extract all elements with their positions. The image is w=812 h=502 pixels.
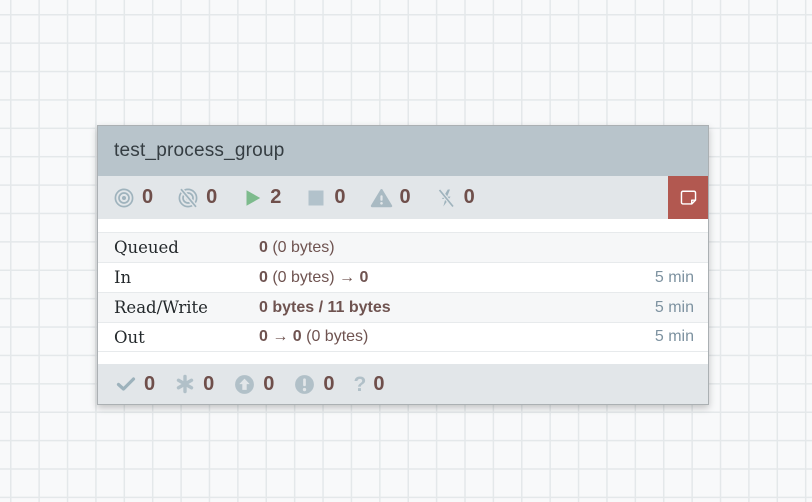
running-count: 2 bbox=[270, 186, 282, 208]
stale-count: 0 bbox=[263, 372, 275, 395]
stat-label: Out bbox=[114, 327, 145, 347]
stat-label: In bbox=[114, 268, 132, 287]
up-to-date-count: 0 bbox=[144, 372, 156, 395]
stat-row-in: In 0 (0 bytes) → 0 5 min bbox=[98, 262, 708, 292]
invalid-count: 0 bbox=[399, 186, 411, 208]
status-item-invalid: 0 bbox=[370, 186, 411, 209]
sync-failure-count: 0 bbox=[373, 372, 385, 395]
asterisk-icon bbox=[174, 373, 196, 395]
stats-footer-gap bbox=[98, 352, 708, 364]
comment-note-icon bbox=[679, 188, 698, 207]
stat-value: 0 bytes / 11 bytes bbox=[259, 298, 391, 316]
stopped-icon bbox=[305, 187, 327, 209]
disabled-icon bbox=[435, 187, 457, 209]
stat-row-queued: Queued 0 (0 bytes) bbox=[98, 232, 708, 262]
status-item-transmitting: 0 bbox=[113, 186, 153, 209]
locally-modified-count: 0 bbox=[203, 372, 215, 395]
comment-button[interactable] bbox=[668, 176, 708, 219]
status-item-running: 2 bbox=[241, 186, 281, 209]
stats-table: Queued 0 (0 bytes) In 0 (0 bytes) → 05 min R… bbox=[98, 219, 708, 352]
status-item-not-transmitting: 0 bbox=[177, 186, 217, 209]
version-item-up-to-date: 0 bbox=[115, 373, 155, 396]
not-transmitting-icon bbox=[177, 187, 199, 209]
locally-modified-stale-count: 0 bbox=[323, 372, 335, 395]
status-bar: 0 0 2 0 0 0 bbox=[98, 176, 708, 219]
status-items: 0 0 2 0 0 0 bbox=[113, 186, 475, 209]
canvas-grid[interactable]: test_process_group 0 0 2 0 0 0 Queued 0 … bbox=[0, 0, 812, 502]
version-item-stale: 0 bbox=[233, 373, 274, 396]
stat-time-window: 5 min bbox=[654, 298, 694, 316]
version-state-bar: 0 0 0 0? 0 bbox=[98, 364, 708, 404]
status-item-disabled: 0 bbox=[435, 186, 475, 209]
stopped-count: 0 bbox=[334, 186, 346, 208]
stat-label: Read/Write bbox=[114, 298, 208, 317]
status-item-stopped: 0 bbox=[305, 186, 346, 209]
not-transmitting-count: 0 bbox=[206, 186, 218, 208]
stat-row-out: Out 0 → 0 (0 bytes) 5 min bbox=[98, 322, 708, 352]
stat-time-window: 5 min bbox=[654, 268, 694, 286]
version-item-sync-failure: ? 0 bbox=[354, 373, 385, 396]
disabled-count: 0 bbox=[463, 186, 475, 208]
exclamation-circle-icon bbox=[293, 373, 316, 396]
process-group-title: test_process_group bbox=[114, 140, 285, 161]
invalid-icon bbox=[370, 187, 393, 209]
process-group-header[interactable]: test_process_group bbox=[98, 126, 708, 176]
arrow-up-circle-icon bbox=[233, 373, 256, 396]
transmitting-count: 0 bbox=[142, 186, 154, 208]
running-icon bbox=[241, 187, 263, 209]
process-group[interactable]: test_process_group 0 0 2 0 0 0 Queued 0 … bbox=[97, 125, 709, 405]
stat-value: 0 (0 bytes) → 0 bbox=[259, 268, 369, 286]
stat-time-window: 5 min bbox=[654, 328, 694, 345]
question-icon: ? bbox=[353, 372, 367, 396]
check-icon bbox=[115, 373, 137, 395]
version-item-locally-modified: 0 bbox=[174, 373, 214, 396]
stat-label: Queued bbox=[114, 238, 179, 257]
version-item-locally-modified-stale: 0 bbox=[293, 372, 335, 396]
stat-value: 0 (0 bytes) bbox=[259, 238, 335, 256]
transmitting-icon bbox=[113, 187, 135, 209]
stat-value: 0 → 0 (0 bytes) bbox=[259, 328, 369, 345]
stat-row-read-write: Read/Write 0 bytes / 11 bytes 5 min bbox=[98, 292, 708, 322]
